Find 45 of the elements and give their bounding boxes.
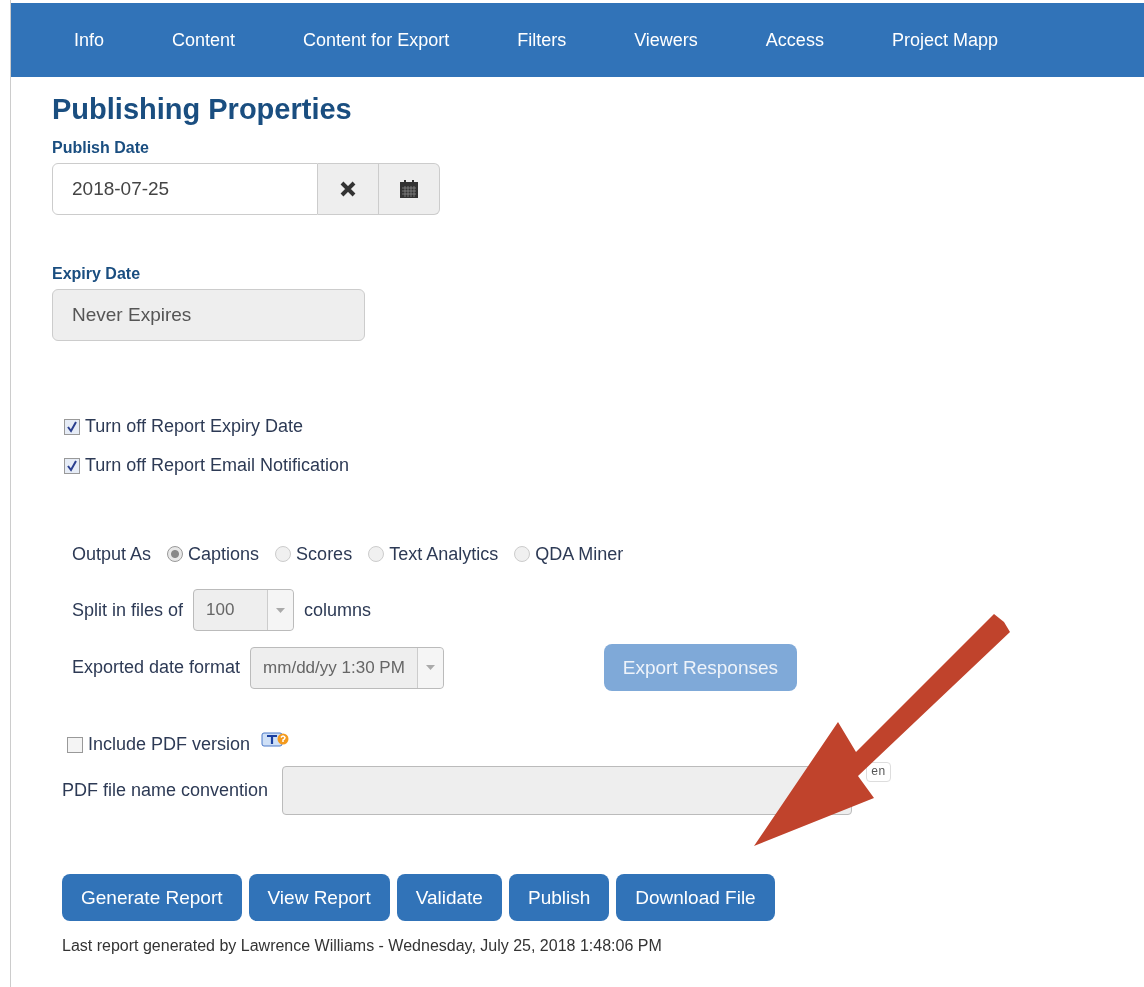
radio-button[interactable] <box>514 546 531 562</box>
date-format-select[interactable]: mm/dd/yy 1:30 PM <box>250 646 444 689</box>
nav-tab[interactable]: Content <box>172 29 236 51</box>
close-icon <box>339 180 357 198</box>
radio-label: QDA Miner <box>535 543 624 565</box>
radio-button[interactable] <box>275 546 292 562</box>
radio-button[interactable] <box>368 546 385 562</box>
checkbox-label: Include PDF version <box>88 734 251 755</box>
checkbox-label: Turn off Report Email Notification <box>85 455 350 476</box>
date-format-label: Exported date format <box>72 657 241 678</box>
action-button[interactable]: View Report <box>248 874 390 921</box>
nav-tab[interactable]: Viewers <box>634 29 698 51</box>
field-label: Expiry Date <box>52 265 142 283</box>
calendar-icon <box>399 179 419 199</box>
clear-button[interactable] <box>318 163 379 215</box>
action-button[interactable]: Generate Report <box>62 874 242 921</box>
checkbox[interactable] <box>67 736 83 753</box>
action-button[interactable]: Publish <box>508 874 610 921</box>
split-label: Split in files of <box>72 599 184 621</box>
radio-button[interactable] <box>167 546 184 562</box>
nav-tab[interactable]: Filters <box>517 29 567 51</box>
date-field[interactable]: 2018-07-25 <box>52 163 318 215</box>
checkbox-label: Turn off Report Expiry Date <box>85 416 304 437</box>
action-button[interactable]: Validate <box>396 874 502 921</box>
last-report-text: Last report generated by Lawrence Williams - Wednesday, July 25, 2018 1:48:06 PM <box>62 937 663 955</box>
nav-tab[interactable]: Access <box>765 29 824 51</box>
radio-label: Scores <box>296 543 353 565</box>
output-label: Output As <box>72 543 152 565</box>
checkbox[interactable] <box>64 457 80 474</box>
radio-label: Captions <box>188 543 260 565</box>
caret-icon <box>276 607 286 613</box>
nav-tab[interactable]: Project Mapp <box>891 29 998 51</box>
text-help-icon[interactable] <box>261 729 290 750</box>
page-title: Publishing Properties <box>52 93 353 126</box>
calendar-button[interactable] <box>379 163 440 215</box>
unit-label: columns <box>304 599 372 621</box>
pdf-name-label: PDF file name convention <box>62 780 269 801</box>
caret-icon <box>425 665 435 670</box>
split-select[interactable]: 100 <box>193 589 295 631</box>
nav-tab[interactable]: Info <box>74 29 105 51</box>
field-label: Publish Date <box>52 139 150 157</box>
action-button[interactable]: Download File <box>616 874 775 921</box>
nav-tab[interactable]: Content for Export <box>303 29 450 51</box>
radio-label: Text Analytics <box>389 543 499 565</box>
checkbox[interactable] <box>64 418 80 435</box>
